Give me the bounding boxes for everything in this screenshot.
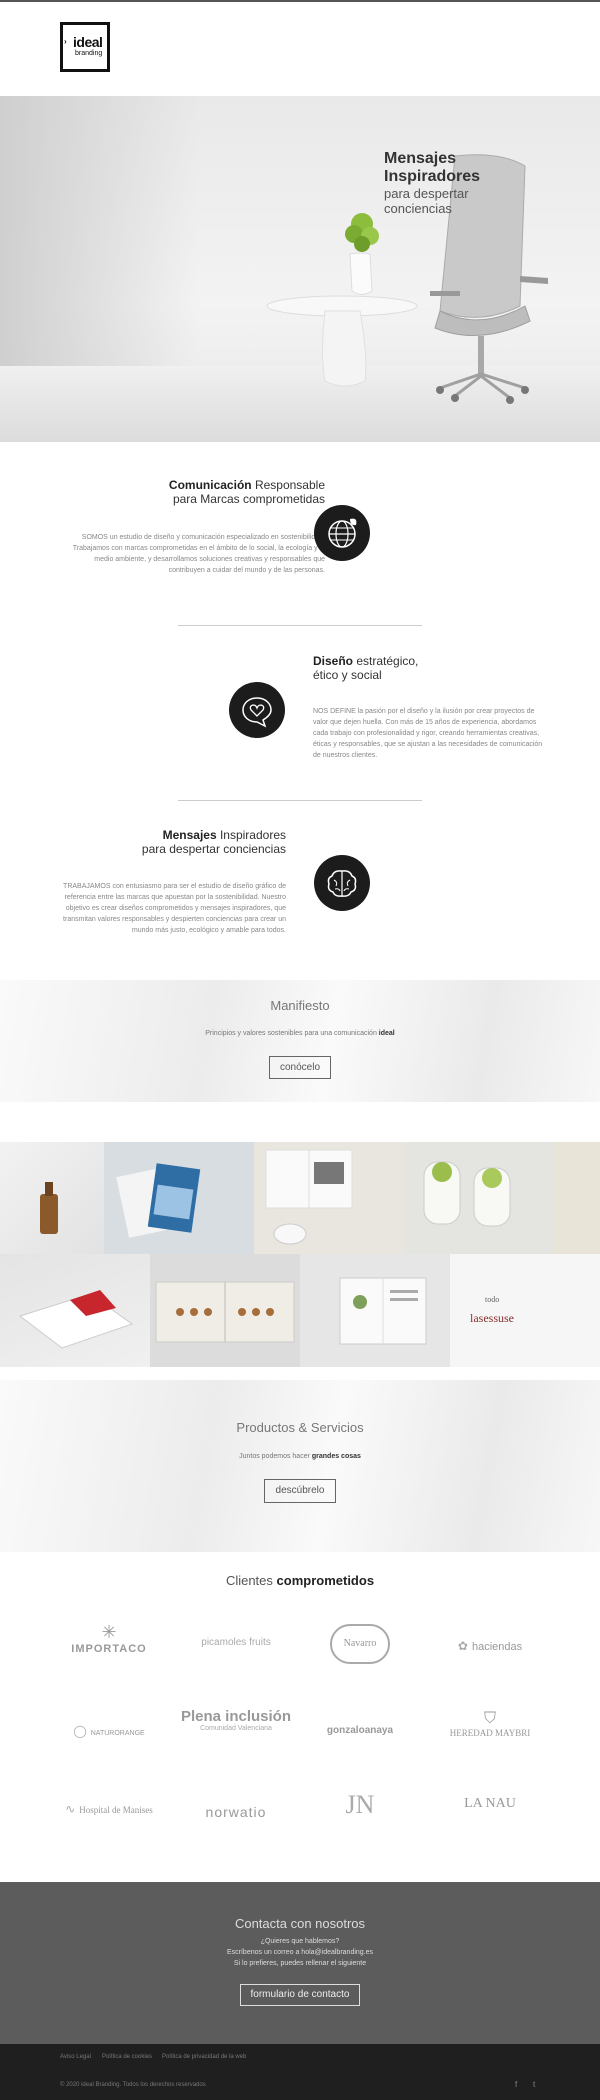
divider [178,625,422,626]
productos-band: Productos & Servicios Juntos podemos hac… [0,1380,600,1552]
manifiesto-title: Manifiesto [270,998,330,1013]
portfolio-tile[interactable] [404,1142,554,1254]
client-logo[interactable]: ✿ haciendas [430,1637,550,1687]
section2-text: NOS DEFINE la pasión por el diseño y la … [313,708,543,759]
section1-text: SOMOS un estudio de diseño y comunicació… [72,534,325,574]
client-logo[interactable]: picamoles fruits [176,1637,296,1687]
client-logo[interactable]: Plena inclusión Comunidad Valenciana [176,1708,296,1758]
client-logo[interactable]: ◯ NATURORANGE [49,1722,169,1772]
globe-leaf-icon [314,505,370,561]
client-logo[interactable]: ⛉ HEREDAD MAYBRI [430,1710,550,1760]
twitter-icon[interactable]: t [533,2080,535,2089]
logo-word: ideal [73,34,103,50]
svg-text:lasessuse: lasessuse [470,1311,514,1325]
logo[interactable]: › ideal branding [60,22,110,72]
productos-title: Productos & Servicios [236,1420,364,1435]
portfolio-tile[interactable]: todo lasessuse [450,1254,600,1367]
client-logo[interactable]: JN [300,1790,420,1840]
section1-title: Comunicación Responsable para Marcas com… [168,478,325,506]
client-logo[interactable]: Navarro [300,1624,420,1674]
client-logo[interactable]: LA NAU [430,1796,550,1846]
footer-link-aviso[interactable]: Aviso Legal [60,2054,91,2060]
hero-text: Mensajes Inspiradores para despertar con… [384,150,594,216]
section3-title: Mensajes Inspiradores para despertar con… [141,828,286,856]
contact-line: ¿Quieres que hablemos? [260,1938,340,1945]
hero-subtitle-2: conciencias [384,201,452,216]
portfolio-tile[interactable] [254,1142,404,1254]
portfolio-tile[interactable] [104,1142,254,1254]
hero-title: Mensajes [384,150,457,167]
hero-illustration [266,154,548,404]
client-logo[interactable]: ∿ Hospital de Manises [49,1800,169,1850]
footer-link-privacidad[interactable]: Política de privacidad de la web [162,2054,246,2060]
descubrelo-button[interactable]: descúbrelo [264,1479,336,1503]
manifiesto-band: Manifiesto Principios y valores sostenib… [0,980,600,1102]
footer: Aviso Legal Política de cookies Política… [0,2044,600,2100]
clients-title: Clientes comprometidos [225,1573,375,1588]
brain-icon [314,855,370,911]
contact-form-button[interactable]: formulario de contacto [240,1984,360,2006]
portfolio-tile[interactable] [0,1142,104,1254]
hero-banner: Mensajes Inspiradores para despertar con… [0,96,600,442]
portfolio-tile[interactable] [150,1254,300,1367]
divider [178,800,422,801]
logo-arrows-icon: › [64,37,67,46]
svg-text:todo: todo [485,1295,499,1304]
section2-title: Diseño estratégico, ético y social [313,654,419,682]
logo-sub: branding [75,50,103,57]
hero-title-2: Inspiradores [384,168,481,185]
portfolio-tile[interactable] [300,1254,450,1367]
productos-subtitle: Juntos podemos hacer grandes cosas [239,1453,361,1460]
manifiesto-subtitle: Principios y valores sostenibles para un… [205,1030,395,1037]
heart-bubble-icon [229,682,285,738]
portfolio-tile[interactable] [554,1142,600,1254]
client-logo[interactable]: ✳ IMPORTACO [49,1622,169,1672]
contact-email-line[interactable]: Escríbenos un correo a hola@idealbrandin… [0,1949,600,1956]
hero-subtitle: para despertar [384,186,469,201]
conocelo-button[interactable]: conócelo [269,1056,331,1079]
footer-link-cookies[interactable]: Política de cookies [102,2054,152,2060]
copyright: © 2020 ideal Branding. Todos los derecho… [60,2082,206,2088]
top-border [0,0,600,2]
contact-line: Si lo prefieres, puedes rellenar el sigu… [233,1960,367,1967]
contact-section: Contacta con nosotros ¿Quieres que hable… [0,1882,600,2044]
section3-text: TRABAJAMOS con entusiasmo para ser el es… [63,883,286,934]
portfolio-tile[interactable] [0,1254,150,1367]
contact-title: Contacta con nosotros [234,1916,366,1931]
facebook-icon[interactable]: f [515,2080,517,2089]
client-logo[interactable]: norwatio [176,1804,296,1854]
client-logo[interactable]: gonzaloanaya [300,1725,420,1775]
